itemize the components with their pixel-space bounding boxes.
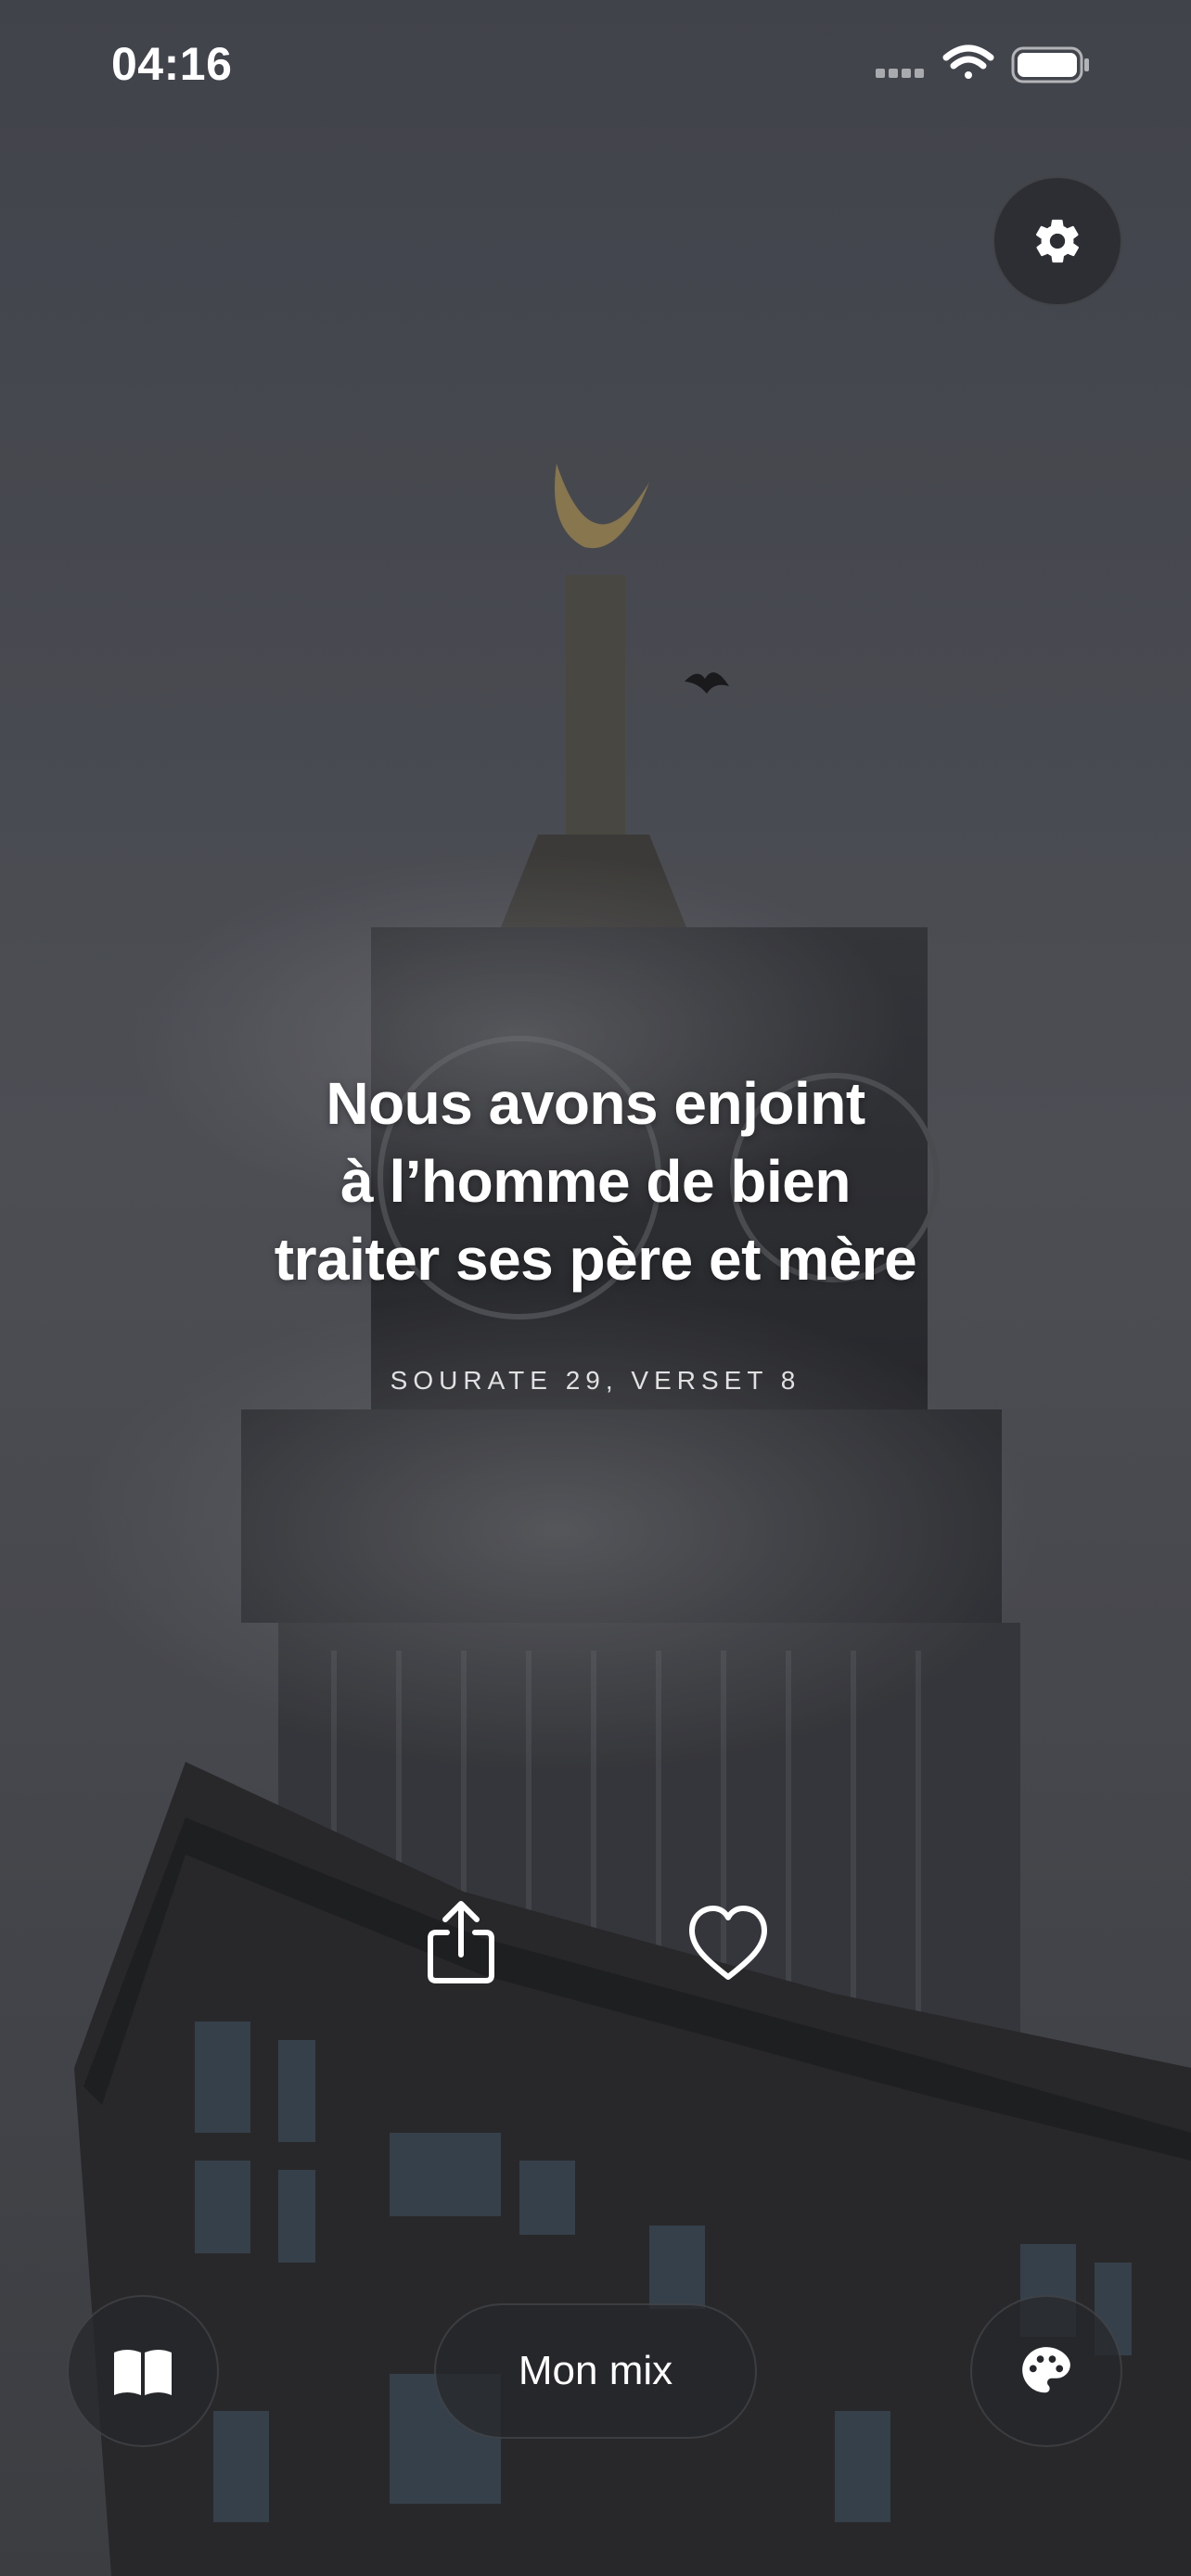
palette-icon <box>1022 2347 1070 2393</box>
my-mix-label: Mon mix <box>518 2348 673 2393</box>
verse-line: à l’homme de bien <box>340 1148 851 1215</box>
status-time: 04:16 <box>111 38 233 90</box>
gear-icon <box>1035 219 1080 263</box>
library-button[interactable] <box>67 2295 219 2447</box>
share-button[interactable] <box>419 1897 503 1986</box>
verse-text: Nous avons enjoint à l’homme de bien tra… <box>132 1065 1059 1298</box>
heart-icon <box>689 1906 767 1980</box>
theme-button[interactable] <box>970 2295 1122 2447</box>
quote-screen: 04:16 Nous avons enjoint à l’homme de bi… <box>0 0 1191 2576</box>
book-icon <box>114 2350 172 2395</box>
battery-icon <box>1011 46 1089 83</box>
verse-line: Nous avons enjoint <box>326 1070 865 1137</box>
like-button[interactable] <box>686 1899 770 1988</box>
my-mix-button[interactable]: Mon mix <box>434 2303 757 2439</box>
verse-line: traiter ses père et mère <box>274 1226 917 1293</box>
status-icons <box>876 45 1089 83</box>
signal-icon <box>876 69 924 78</box>
share-icon <box>428 1901 494 1983</box>
verse-reference: SOURATE 29, VERSET 8 <box>390 1366 801 1395</box>
wifi-icon <box>942 45 994 79</box>
settings-button[interactable] <box>992 176 1122 306</box>
